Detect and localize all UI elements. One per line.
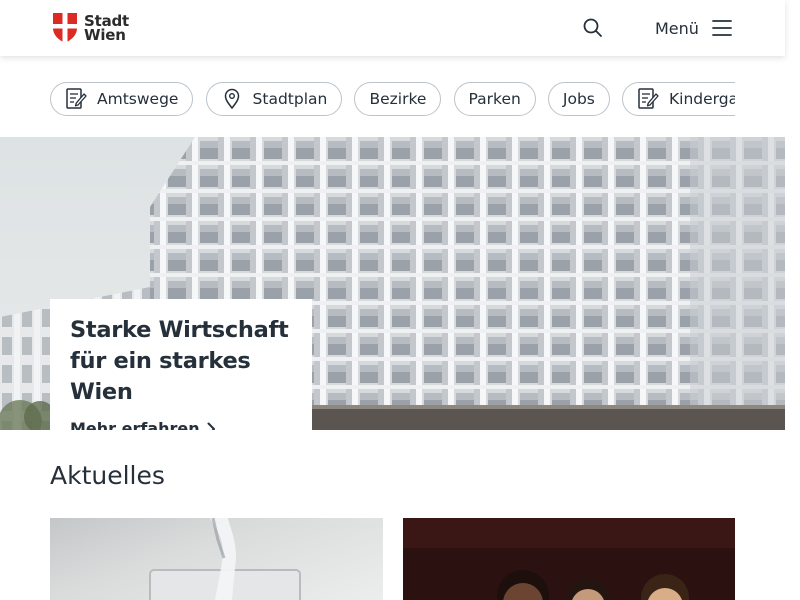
hero-banner[interactable]: Starke Wirtschaft für ein starkes Wien M…	[0, 137, 785, 430]
news-card[interactable]	[50, 518, 383, 600]
site-header: Stadt Wien Menü	[0, 0, 785, 56]
quicklink-jobs[interactable]: Jobs	[547, 82, 610, 116]
menu-label: Menü	[655, 18, 699, 38]
news-image-people	[403, 518, 735, 600]
quicklink-label: Parken	[468, 90, 521, 108]
quicklink-label: Stadtplan	[252, 90, 328, 108]
hero-more-label: Mehr erfahren	[70, 419, 200, 430]
menu-button[interactable]: Menü	[655, 13, 733, 43]
quicklink-stadtplan[interactable]: Stadtplan	[205, 82, 343, 116]
vienna-shield-icon	[53, 13, 77, 43]
quicklink-kindergarten[interactable]: Kindergart	[621, 82, 735, 116]
hero-title-line: Starke Wirtschaft	[70, 317, 289, 343]
hero-title: Starke Wirtschaft für ein starkes Wien	[70, 315, 312, 408]
search-button[interactable]	[580, 15, 606, 41]
quicklink-label: Jobs	[562, 90, 595, 108]
quicklinks-bar: Amtswege Stadtplan Bezirke Parken Jobs K…	[50, 82, 735, 118]
quicklink-label: Kindergart	[668, 90, 735, 108]
hero-teaser-card: Starke Wirtschaft für ein starkes Wien M…	[50, 299, 312, 430]
stadt-wien-logo[interactable]: Stadt Wien	[53, 13, 129, 43]
hero-more-link[interactable]: Mehr erfahren	[70, 419, 312, 430]
logo-wordmark: Stadt Wien	[84, 14, 129, 44]
hamburger-icon	[712, 20, 732, 36]
form-icon	[638, 88, 659, 109]
search-icon	[583, 18, 602, 37]
quicklink-parken[interactable]: Parken	[453, 82, 536, 116]
map-pin-icon	[224, 88, 239, 110]
news-image-water-glass	[149, 518, 301, 600]
form-icon	[66, 88, 87, 109]
logo-line-wien: Wien	[84, 26, 126, 44]
hero-title-line: für ein starkes Wien	[70, 348, 251, 405]
news-card[interactable]	[403, 518, 735, 600]
quicklink-amtswege[interactable]: Amtswege	[50, 82, 194, 116]
quicklink-label: Amtswege	[97, 90, 179, 108]
chevron-right-icon	[207, 422, 215, 430]
quicklink-bezirke[interactable]: Bezirke	[354, 82, 442, 116]
quicklink-label: Bezirke	[369, 90, 427, 108]
section-title-aktuelles: Aktuelles	[50, 461, 165, 490]
